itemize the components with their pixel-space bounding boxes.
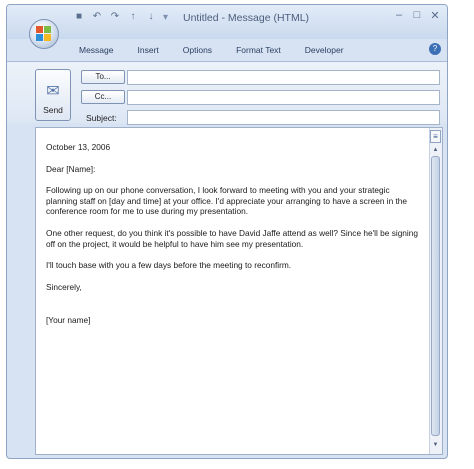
cc-button[interactable]: Cc... (81, 90, 125, 104)
vertical-scrollbar[interactable]: ≡ ▲ ▼ (429, 128, 442, 454)
up-icon[interactable]: ↑ (127, 11, 139, 23)
office-button[interactable] (29, 19, 59, 49)
down-icon[interactable]: ↓ (145, 11, 157, 23)
minimize-icon[interactable]: – (393, 9, 405, 22)
title-bar: ■ ↶ ↷ ↑ ↓ ▾ Untitled - Message (HTML) – … (7, 5, 447, 39)
quick-access-toolbar: ■ ↶ ↷ ↑ ↓ ▾ (73, 11, 168, 23)
close-icon[interactable]: ✕ (429, 9, 441, 22)
message-paragraph-2: One other request, do you think it's pos… (46, 227, 418, 249)
help-icon[interactable]: ? (429, 43, 441, 55)
maximize-icon[interactable]: □ (411, 9, 423, 22)
send-envelope-icon: ✉ (46, 83, 60, 100)
scroll-down-icon[interactable]: ▼ (430, 440, 441, 450)
ribbon-tabs: Message Insert Options Format Text Devel… (7, 41, 447, 59)
scroll-up-icon[interactable]: ▲ (430, 145, 441, 155)
message-closing: Sincerely, (46, 281, 82, 292)
subject-field[interactable] (127, 110, 440, 125)
subject-label: Subject: (86, 113, 117, 123)
message-body[interactable]: October 13, 2006 Dear [Name]: Following … (35, 127, 443, 455)
ruler-toggle-icon[interactable]: ≡ (430, 130, 441, 143)
window-title: Untitled - Message (HTML) (183, 12, 310, 24)
tab-options[interactable]: Options (183, 45, 212, 55)
message-date: October 13, 2006 (46, 142, 111, 152)
window-controls: – □ ✕ (393, 9, 441, 22)
send-button[interactable]: ✉ Send (35, 69, 71, 121)
message-paragraph-1: Following up on our phone conversation, … (46, 185, 408, 217)
quick-access-dropdown-icon[interactable]: ▾ (163, 12, 168, 23)
redo-icon[interactable]: ↷ (109, 11, 121, 23)
message-window: ■ ↶ ↷ ↑ ↓ ▾ Untitled - Message (HTML) – … (6, 4, 448, 459)
message-text[interactable]: October 13, 2006 Dear [Name]: Following … (46, 142, 422, 337)
message-signature: [Your name] (46, 315, 91, 326)
message-header: ✉ Send To... Cc... Subject: (7, 61, 447, 125)
office-logo-icon (36, 26, 52, 42)
message-paragraph-3: I'll touch base with you a few days befo… (46, 260, 292, 271)
save-icon[interactable]: ■ (73, 11, 85, 23)
send-label: Send (43, 105, 63, 115)
undo-icon[interactable]: ↶ (91, 11, 103, 23)
message-greeting: Dear [Name]: (46, 163, 96, 174)
tab-insert[interactable]: Insert (138, 45, 159, 55)
tab-format-text[interactable]: Format Text (236, 45, 281, 55)
to-field[interactable] (127, 70, 440, 85)
to-button[interactable]: To... (81, 70, 125, 84)
cc-field[interactable] (127, 90, 440, 105)
scroll-thumb[interactable] (431, 156, 440, 436)
tab-developer[interactable]: Developer (305, 45, 344, 55)
tab-message[interactable]: Message (79, 45, 114, 55)
